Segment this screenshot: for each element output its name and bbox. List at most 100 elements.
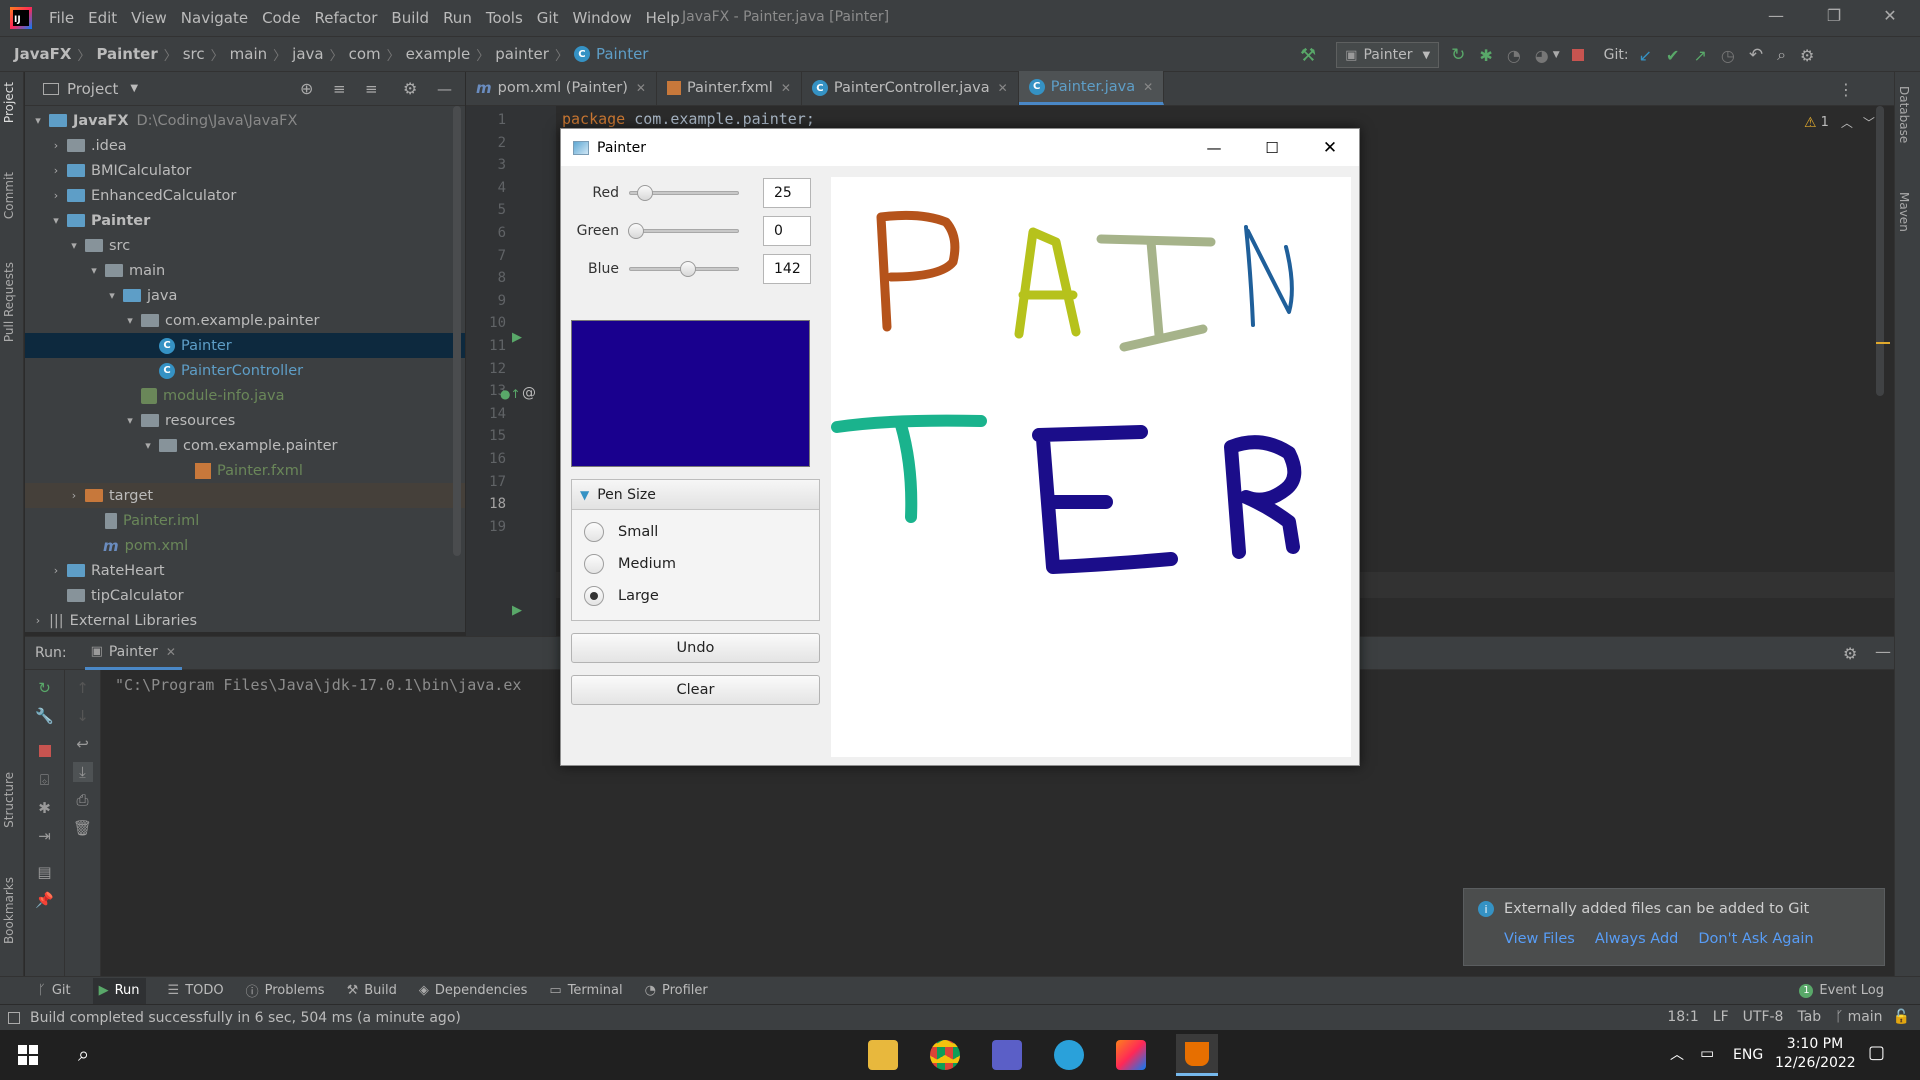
clear-button[interactable]: Clear <box>571 675 820 705</box>
collapse-all-icon[interactable]: ≡ <box>365 80 378 98</box>
history-icon[interactable]: ◷ <box>1721 46 1735 65</box>
tool-window-git[interactable]: ᚴ Git <box>38 983 71 998</box>
tray-chevron-up-icon[interactable]: ︿ <box>1670 1044 1684 1064</box>
radio-medium[interactable]: Medium <box>572 548 819 580</box>
tree-item-painter-class[interactable]: C Painter <box>25 333 465 358</box>
menu-build[interactable]: Build <box>384 9 436 27</box>
camera-icon[interactable]: ⌺ <box>35 770 55 790</box>
file-encoding[interactable]: UTF-8 <box>1743 1009 1784 1025</box>
git-update-icon[interactable]: ↙ <box>1639 46 1652 65</box>
menu-window[interactable]: Window <box>565 9 638 27</box>
run-tab-painter[interactable]: ▣ Painter ✕ <box>84 636 182 670</box>
breadcrumb-project[interactable]: JavaFX <box>14 45 71 63</box>
close-icon[interactable]: ✕ <box>1878 6 1902 30</box>
tree-item-resources[interactable]: ▾ resources <box>25 408 465 433</box>
project-tool-button[interactable]: Project <box>2 82 16 123</box>
tree-item-resources-package[interactable]: ▾ com.example.painter <box>25 433 465 458</box>
tree-item-bmicalculator[interactable]: › BMICalculator <box>25 158 465 183</box>
intellij-logo-icon[interactable]: IJ <box>10 7 32 29</box>
menu-view[interactable]: View <box>124 9 174 27</box>
menu-code[interactable]: Code <box>255 9 307 27</box>
git-branch[interactable]: main <box>1848 1009 1883 1025</box>
radio-small[interactable]: Small <box>572 516 819 548</box>
telegram-icon[interactable] <box>1054 1040 1084 1070</box>
tree-item-pom[interactable]: m pom.xml <box>25 533 465 558</box>
tree-item-painter-iml[interactable]: Painter.iml <box>25 508 465 533</box>
debug-bug-icon[interactable]: ✱ <box>1479 46 1492 65</box>
inspection-widget[interactable]: ⚠ 1 ︿ ﹀ <box>1804 114 1875 131</box>
menu-refactor[interactable]: Refactor <box>307 9 384 27</box>
rerun-icon[interactable]: ↻ <box>1451 45 1465 65</box>
layout-icon[interactable]: ▤ <box>35 862 55 882</box>
status-message[interactable]: Build completed successfully in 6 sec, 5… <box>30 1010 461 1026</box>
radio-large[interactable]: Large <box>572 580 819 612</box>
notifications-icon[interactable]: ▢ <box>1868 1042 1885 1063</box>
blue-slider-thumb[interactable] <box>680 261 697 277</box>
tree-item-package[interactable]: ▾ com.example.painter <box>25 308 465 333</box>
tree-item-module-info[interactable]: module-info.java <box>25 383 465 408</box>
red-value-field[interactable]: 25 <box>763 178 811 208</box>
rerun-icon[interactable]: ↻ <box>35 678 55 698</box>
menu-git[interactable]: Git <box>530 9 566 27</box>
undo-button[interactable]: Undo <box>571 633 820 663</box>
green-value-field[interactable]: 0 <box>763 216 811 246</box>
commit-tool-button[interactable]: Commit <box>2 172 16 219</box>
project-scrollbar[interactable] <box>453 106 461 556</box>
windows-start-icon[interactable] <box>18 1045 38 1065</box>
menu-edit[interactable]: Edit <box>81 9 124 27</box>
indent-setting[interactable]: Tab <box>1797 1009 1821 1025</box>
scroll-to-end-icon[interactable]: ⤓ <box>72 762 93 782</box>
java-app-taskbar-icon[interactable] <box>1176 1034 1218 1076</box>
menu-help[interactable]: Help <box>639 9 687 27</box>
more-tabs-icon[interactable]: ⋮ <box>1838 80 1854 99</box>
editor-scrollbar[interactable] <box>1876 106 1884 396</box>
arrow-up-icon[interactable]: ↑ <box>73 678 93 698</box>
tree-item-javafx[interactable]: ▾ JavaFX D:\Coding\Java\JavaFX <box>25 108 465 133</box>
stop-icon[interactable] <box>35 742 55 762</box>
tree-item-java[interactable]: ▾ java <box>25 283 465 308</box>
toggle-tool-windows-icon[interactable] <box>8 1011 20 1024</box>
tree-item-painter-module[interactable]: ▾ Painter <box>25 208 465 233</box>
green-slider-thumb[interactable] <box>628 223 644 239</box>
settings-gear-icon[interactable]: ⚙ <box>1800 46 1814 65</box>
database-tool-button[interactable]: Database <box>1897 86 1911 143</box>
tree-item-external-libraries[interactable]: › ||| External Libraries <box>25 608 465 633</box>
restore-icon[interactable]: ❐ <box>1822 6 1846 30</box>
rollback-icon[interactable]: ↶ <box>1749 45 1763 65</box>
git-commit-icon[interactable]: ✔ <box>1666 46 1679 65</box>
tool-window-run[interactable]: ▶ Run <box>92 977 146 1004</box>
green-slider[interactable] <box>628 223 739 239</box>
maven-tool-button[interactable]: Maven <box>1897 192 1911 232</box>
maximize-icon[interactable]: ☐ <box>1243 129 1301 166</box>
pen-size-header[interactable]: ▼ Pen Size <box>572 480 819 510</box>
tree-item-src[interactable]: ▾ src <box>25 233 465 258</box>
breadcrumb-painter-class[interactable]: Painter <box>596 45 649 63</box>
coverage-icon[interactable]: ◔ <box>1507 46 1521 65</box>
profile-icon[interactable]: ◕ <box>1535 46 1549 65</box>
trash-icon[interactable]: 🗑 <box>73 818 93 838</box>
minimize-icon[interactable]: — <box>1185 129 1243 166</box>
settings-gear-icon[interactable]: ⚙ <box>403 79 417 98</box>
language-indicator[interactable]: ENG <box>1733 1047 1763 1063</box>
structure-tool-button[interactable]: Structure <box>2 772 16 828</box>
menu-run[interactable]: Run <box>436 9 479 27</box>
close-icon[interactable]: ✕ <box>1301 129 1359 166</box>
search-icon[interactable]: ⌕ <box>78 1042 89 1066</box>
tool-window-dependencies[interactable]: ◈ Dependencies <box>419 983 528 998</box>
run-config-selector[interactable]: ▣ Painter ▼ <box>1336 42 1440 68</box>
drawing-canvas[interactable] <box>831 177 1351 757</box>
print-icon[interactable]: ⎙ <box>73 790 93 810</box>
line-separator[interactable]: LF <box>1713 1009 1729 1025</box>
tool-window-build[interactable]: ⚒ Build <box>347 983 397 998</box>
tree-item-main[interactable]: ▾ main <box>25 258 465 283</box>
tab-pom-xml[interactable]: m pom.xml (Painter) ✕ <box>466 71 657 105</box>
arrow-down-icon[interactable]: ↓ <box>73 706 93 726</box>
run-gutter-icon[interactable]: ▶ <box>512 330 522 345</box>
settings-gear-icon[interactable]: ⚙ <box>1843 644 1857 663</box>
tool-window-terminal[interactable]: ▭ Terminal <box>549 983 622 998</box>
warning-marker[interactable] <box>1876 342 1890 344</box>
breadcrumb-java[interactable]: java <box>292 45 323 63</box>
wrench-icon[interactable]: 🔧 <box>35 706 55 726</box>
build-hammer-icon[interactable]: ⚒ <box>1300 45 1316 66</box>
expand-all-icon[interactable]: ≡ <box>333 80 346 98</box>
